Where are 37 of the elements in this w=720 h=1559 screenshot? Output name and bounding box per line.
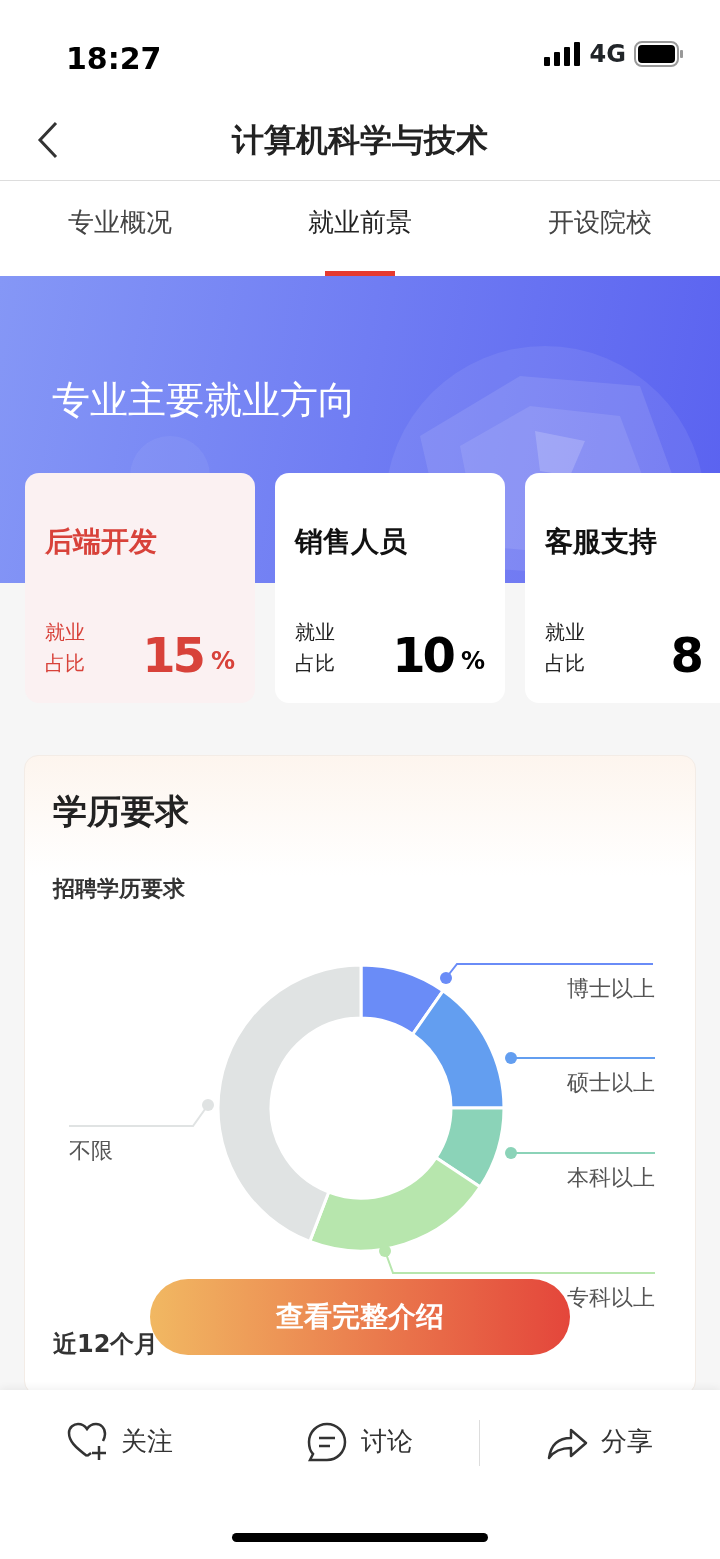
share-label: 就业占比 <box>545 619 586 677</box>
direction-name: 销售人员 <box>295 524 408 560</box>
tab[interactable]: 就业前景 <box>240 181 480 276</box>
back-icon <box>36 120 60 160</box>
legend-label: 博士以上 <box>567 976 655 1001</box>
share-label: 就业占比 <box>45 619 86 677</box>
direction-name: 后端开发 <box>45 524 158 560</box>
share-value: 10 <box>392 631 453 679</box>
heart-plus-icon <box>66 1422 109 1462</box>
tab[interactable]: 专业概况 <box>0 181 240 276</box>
tab[interactable]: 开设院校 <box>480 181 720 276</box>
chat-icon <box>306 1422 349 1462</box>
direction-card[interactable]: 客服支持 就业占比 8 <box>525 473 720 703</box>
bottom-action[interactable]: 讨论 <box>239 1410 480 1476</box>
direction-card[interactable]: 后端开发 就业占比 15 % <box>25 473 255 703</box>
chart-title: 招聘学历要求 <box>53 875 185 903</box>
signal-icon <box>543 42 582 66</box>
page-title: 计算机科学与技术 <box>232 120 488 161</box>
legend-label: 本科以上 <box>567 1165 655 1190</box>
share-label: 就业占比 <box>295 619 336 677</box>
legend-label: 专科以上 <box>567 1285 655 1310</box>
battery-icon <box>634 41 684 67</box>
network-label: 4G <box>589 39 626 70</box>
bottom-action[interactable]: 关注 <box>0 1410 240 1476</box>
percent-sign: % <box>210 646 235 677</box>
share-value: 8 <box>670 631 701 679</box>
legend-label: 不限 <box>69 1138 113 1163</box>
status-time: 18:27 <box>66 40 162 78</box>
hero-title: 专业主要就业方向 <box>52 377 356 424</box>
direction-name: 客服支持 <box>545 524 658 560</box>
percent-sign: % <box>460 646 485 677</box>
legend-label: 硕士以上 <box>567 1070 655 1095</box>
bottom-action[interactable]: 分享 <box>480 1410 720 1476</box>
share-value: 15 <box>142 631 203 679</box>
back-button[interactable] <box>36 120 60 160</box>
direction-card[interactable]: 销售人员 就业占比 10 % <box>275 473 505 703</box>
section-title: 学历要求 <box>53 790 189 833</box>
